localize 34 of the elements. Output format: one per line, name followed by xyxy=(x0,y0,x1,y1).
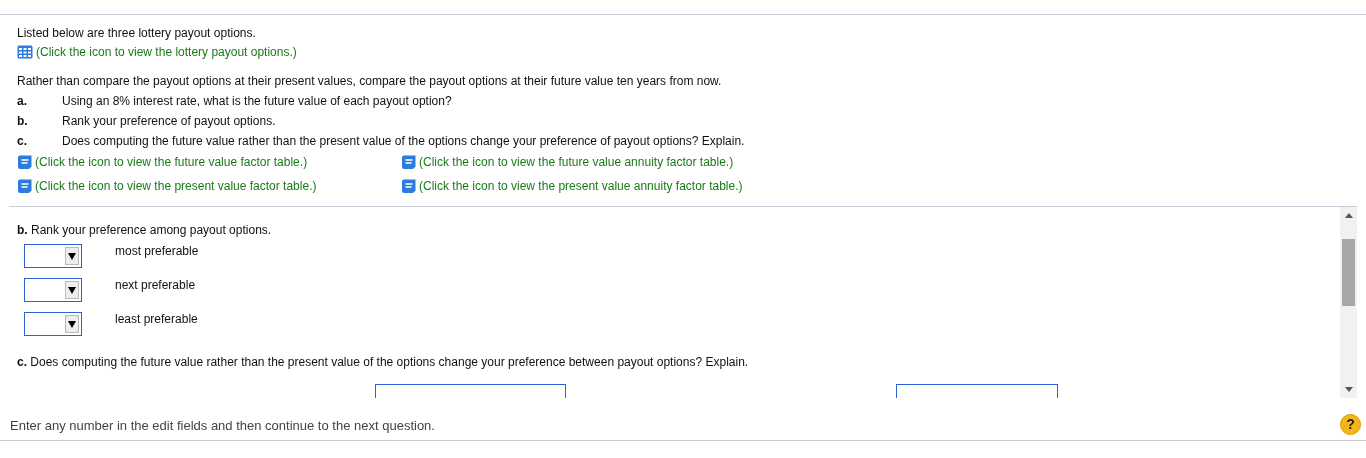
part-text: Using an 8% interest rate, what is the future value of each payout option? xyxy=(62,93,452,109)
book-icon[interactable] xyxy=(401,178,417,194)
table-icon[interactable] xyxy=(17,45,33,59)
rank-label: least preferable xyxy=(115,312,198,326)
rank-label: most preferable xyxy=(115,244,199,258)
section-heading: b. Rank your preference among payout options. xyxy=(17,222,273,238)
scrollbar[interactable] xyxy=(1340,207,1357,398)
scroll-thumb[interactable] xyxy=(1342,239,1355,306)
table-link[interactable]: (Click the icon to view the present value factor table.) xyxy=(35,178,317,194)
part-text: Rank your preference of payout options. xyxy=(62,113,276,129)
help-button[interactable]: ? xyxy=(1340,413,1361,435)
rank-dropdown[interactable] xyxy=(24,244,82,268)
table-link[interactable]: (Click the icon to view the future value annuity factor table.) xyxy=(419,154,734,170)
dropdown[interactable] xyxy=(375,384,566,398)
scroll-down-icon[interactable] xyxy=(1344,387,1353,392)
table-link[interactable]: (Click the icon to view the future value factor table.) xyxy=(35,154,308,170)
book-icon[interactable] xyxy=(401,154,417,170)
question-text: Rather than compare the payout options at their present values, compare the payout options at their future value ten years from now. xyxy=(17,73,723,89)
table-link[interactable]: (Click the icon to view the present value annuity factor table.) xyxy=(419,178,743,194)
rank-dropdown[interactable] xyxy=(24,312,82,336)
rank-dropdown[interactable] xyxy=(24,278,82,302)
rank-label: next preferable xyxy=(115,278,196,292)
dropdown[interactable] xyxy=(896,384,1058,398)
section-heading: c. Does computing the future value rather than the present value of the options change your preference between payout options? Explain. xyxy=(17,354,750,370)
intro-text: Listed below are three lottery payout options. xyxy=(17,25,257,41)
instruction-text: Enter any number in the edit fields and then continue to the next question. xyxy=(10,417,435,436)
part-letter: c. xyxy=(17,133,28,149)
book-icon[interactable] xyxy=(17,154,33,170)
part-text: Does computing the future value rather than the present value of the options change your preference of payout options? Explain. xyxy=(62,133,745,149)
scroll-up-icon[interactable] xyxy=(1344,213,1353,218)
part-letter: a. xyxy=(17,93,28,109)
part-letter: b. xyxy=(17,113,29,129)
book-icon[interactable] xyxy=(17,178,33,194)
payout-options-link[interactable]: (Click the icon to view the lottery payout options.) xyxy=(36,44,297,60)
